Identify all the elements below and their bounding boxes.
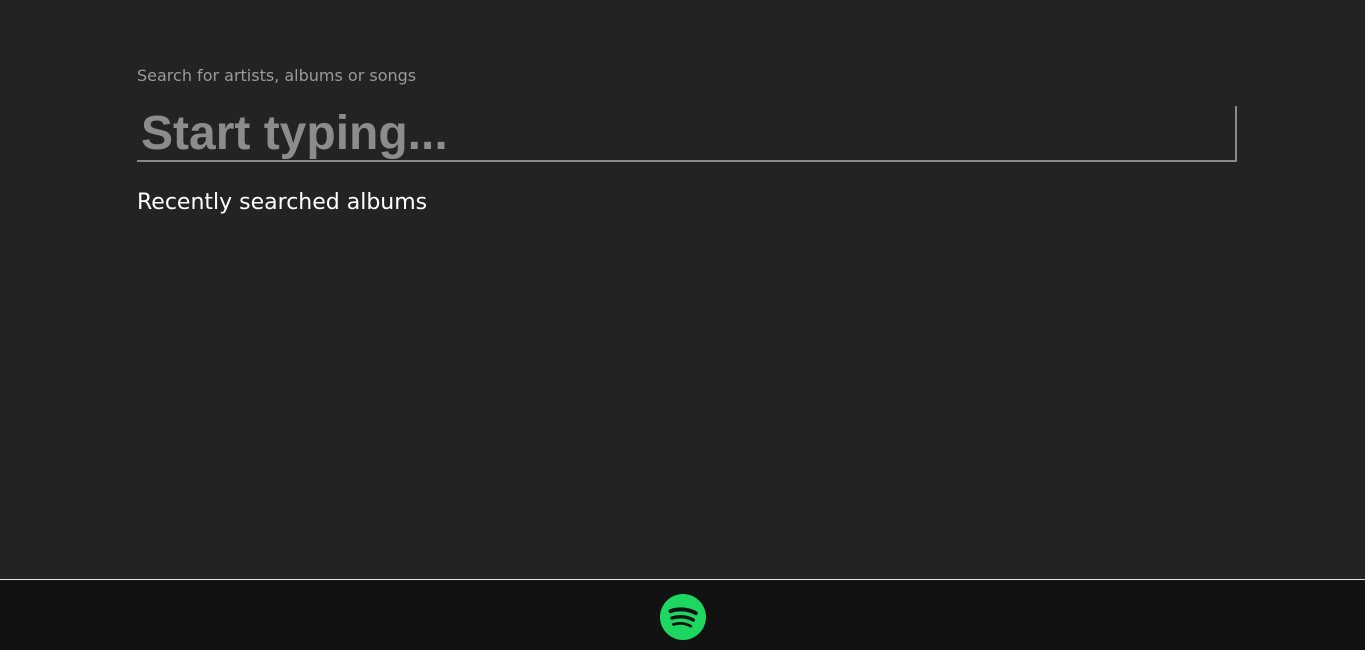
footer-bar — [0, 579, 1365, 650]
search-label: Search for artists, albums or songs — [137, 66, 417, 85]
spotify-logo-icon[interactable] — [660, 594, 706, 640]
main-content: Search for artists, albums or songs Rece… — [0, 0, 1365, 580]
recent-albums-list — [137, 230, 1237, 530]
recent-albums-heading: Recently searched albums — [137, 190, 428, 215]
search-section: Search for artists, albums or songs — [137, 66, 1237, 162]
search-input[interactable] — [137, 106, 1237, 162]
